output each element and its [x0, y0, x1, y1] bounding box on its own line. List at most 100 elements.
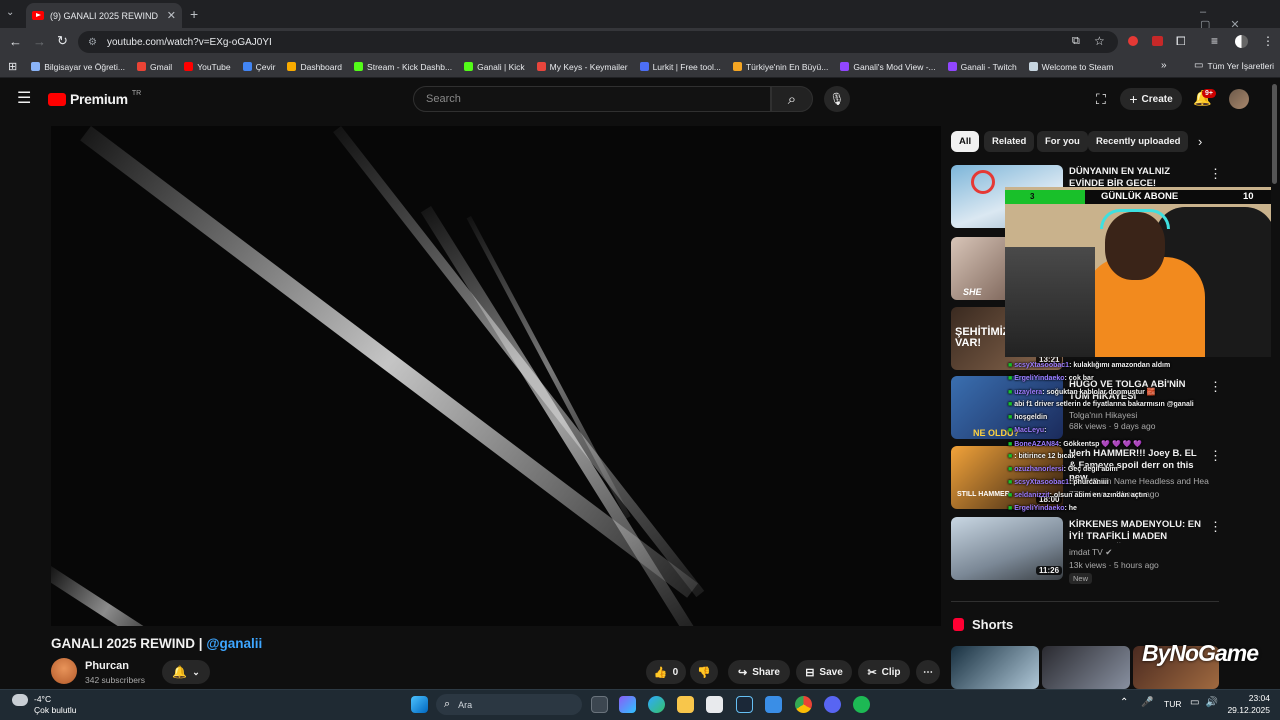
network-volume-battery-icons[interactable]: ▭🔊 — [1190, 697, 1224, 708]
chat-text: : olsun abim en azından açtın — [1049, 492, 1148, 499]
microphone-tray-icon[interactable]: 🎤 — [1141, 697, 1153, 708]
channel-name[interactable]: Phurcan — [85, 660, 129, 672]
bookmark-item[interactable]: Çevir — [237, 62, 282, 72]
taskbar-search-label: Ara — [458, 699, 473, 710]
back-icon[interactable]: ← — [9, 34, 22, 49]
bookmark-favicon-icon — [31, 62, 41, 71]
bookmark-item[interactable]: Welcome to Steam — [1023, 62, 1120, 72]
dislike-button[interactable]: 👎 — [690, 660, 718, 684]
chip-all[interactable]: All — [951, 131, 980, 152]
recommendation-channel[interactable]: imdat TV ✔ — [1069, 547, 1112, 558]
search-button[interactable]: ⌕ — [771, 86, 813, 112]
file-explorer-icon[interactable] — [677, 696, 694, 713]
chat-username: seldanizzit — [1014, 492, 1050, 499]
chrome-icon[interactable] — [795, 696, 812, 713]
clock-date[interactable]: 29.12.2025 — [1222, 705, 1270, 715]
bookmark-label: Lurkit | Free tool... — [652, 61, 721, 72]
bookmark-label: Türkiye'nin En Büyü... — [745, 61, 829, 72]
chip-recently-uploaded[interactable]: Recently uploaded — [1088, 131, 1189, 152]
bookmark-label: Çevir — [255, 61, 276, 72]
create-button[interactable]: + Create — [1120, 88, 1182, 110]
save-button[interactable]: ⊟ Save — [796, 660, 852, 684]
profile-avatar-icon[interactable] — [1235, 35, 1248, 48]
bookmark-item[interactable]: Dashboard — [281, 62, 348, 72]
hamburger-menu-icon[interactable]: ☰ — [17, 91, 31, 107]
short-thumbnail[interactable] — [951, 646, 1039, 689]
more-options-icon[interactable]: ⋮ — [1209, 166, 1222, 182]
weather-temperature[interactable]: -4°C — [34, 694, 51, 704]
chip-for-you[interactable]: For you — [1037, 131, 1088, 152]
verified-check-icon: ✔ — [1105, 547, 1113, 557]
chrome-menu-icon[interactable]: ⋮ — [1262, 34, 1274, 48]
bookmark-item[interactable]: YouTube — [178, 62, 236, 72]
subscriber-goal: 10 — [1243, 191, 1254, 202]
voice-search-button[interactable]: 🎙 — [824, 86, 850, 112]
extension-icon[interactable] — [1128, 36, 1138, 46]
bookmark-item[interactable]: Ganali - Twitch — [942, 62, 1023, 72]
browser-tab-active[interactable]: (9) GANALI 2025 REWIND | @ga ✕ — [26, 3, 182, 28]
copilot-icon[interactable] — [619, 696, 636, 713]
windows-start-icon[interactable] — [411, 696, 428, 713]
new-badge: New — [1069, 573, 1093, 584]
daily-subscriber-progress-fill — [1005, 190, 1085, 204]
bookmark-item[interactable]: Ganali's Mod View -... — [834, 62, 941, 72]
taskbar-search[interactable]: ⌕ Ara — [436, 694, 582, 715]
search-input[interactable]: Search — [413, 86, 771, 112]
bookmark-item[interactable]: Lurkit | Free tool... — [634, 62, 727, 72]
cast-icon[interactable]: ⛶ — [1096, 92, 1106, 106]
account-avatar[interactable] — [1229, 89, 1249, 109]
bookmark-item[interactable]: Türkiye'nin En Büyü... — [727, 62, 834, 72]
bookmark-item[interactable]: Bilgisayar ve Öğreti... — [25, 62, 131, 72]
video-player[interactable] — [51, 126, 941, 626]
chips-next-chevron-icon[interactable]: › — [1198, 134, 1202, 149]
bookmark-item[interactable]: Gmail — [131, 62, 178, 72]
spotify-icon[interactable] — [853, 696, 870, 713]
install-app-icon[interactable]: ⧉ — [1072, 35, 1080, 48]
youtube-premium-logo[interactable]: Premium TR — [48, 90, 141, 107]
media-control-icon[interactable]: ≡ — [1211, 34, 1218, 48]
new-tab-icon[interactable]: + — [190, 6, 198, 22]
clip-button[interactable]: ✂ Clip — [858, 660, 910, 684]
steam-icon[interactable] — [736, 696, 753, 713]
chat-text: : phurcaniiii — [1069, 479, 1109, 486]
address-bar[interactable]: ⚙ youtube.com/watch?v=EXg-oGAJ0YI — [78, 31, 1118, 53]
mail-icon[interactable] — [765, 696, 782, 713]
forward-icon[interactable]: → — [33, 34, 46, 49]
like-button[interactable]: 👍 0 — [646, 660, 686, 684]
all-bookmarks-button[interactable]: ▭ Tüm Yer İşaretleri — [1188, 60, 1280, 71]
chat-message: ■ : bitirince 12 bıcak — [1008, 453, 1075, 460]
apps-grid-icon[interactable]: ⊞ — [6, 60, 25, 73]
system-tray-chevron-icon[interactable]: ⌃ — [1120, 697, 1128, 708]
clock-time[interactable]: 23:04 — [1226, 693, 1270, 703]
weather-cloud-icon[interactable] — [12, 694, 28, 706]
bookmark-item[interactable]: My Keys - Keymailer — [531, 62, 634, 72]
bookmark-favicon-icon — [464, 62, 474, 71]
divider — [951, 601, 1219, 602]
chip-related[interactable]: Related — [984, 131, 1035, 152]
more-actions-button[interactable]: ⋯ — [916, 660, 940, 684]
bell-icon: 🔔 — [172, 665, 188, 679]
site-info-icon[interactable]: ⚙ — [88, 37, 97, 48]
bookmark-item[interactable]: Ganali | Kick — [458, 62, 531, 72]
more-bookmarks-icon[interactable]: » — [1161, 60, 1167, 71]
channel-mention-link[interactable]: @ganalii — [206, 636, 262, 651]
input-language[interactable]: TUR — [1164, 699, 1181, 709]
tab-search-icon[interactable]: ⌄ — [6, 7, 14, 18]
channel-avatar[interactable] — [51, 658, 77, 684]
subscribed-bell-button[interactable]: 🔔 ⌄ — [162, 660, 210, 684]
extension-icon[interactable] — [1152, 36, 1163, 46]
weather-description[interactable]: Çok bulutlu — [34, 705, 77, 715]
microsoft-store-icon[interactable] — [706, 696, 723, 713]
discord-icon[interactable] — [824, 696, 841, 713]
share-button[interactable]: ↪ Share — [728, 660, 790, 684]
extensions-puzzle-icon[interactable]: ⧠ — [1176, 34, 1186, 49]
close-tab-icon[interactable]: ✕ — [167, 9, 176, 22]
bookmark-star-icon[interactable]: ☆ — [1094, 34, 1105, 48]
edge-icon[interactable] — [648, 696, 665, 713]
task-view-icon[interactable] — [591, 696, 608, 713]
short-thumbnail[interactable] — [1042, 646, 1130, 689]
subscriber-count: 342 subscribers — [85, 675, 146, 685]
page-scrollbar[interactable] — [1272, 84, 1277, 184]
bookmark-item[interactable]: Stream - Kick Dashb... — [348, 62, 458, 72]
reload-icon[interactable]: ↻ — [57, 33, 68, 49]
